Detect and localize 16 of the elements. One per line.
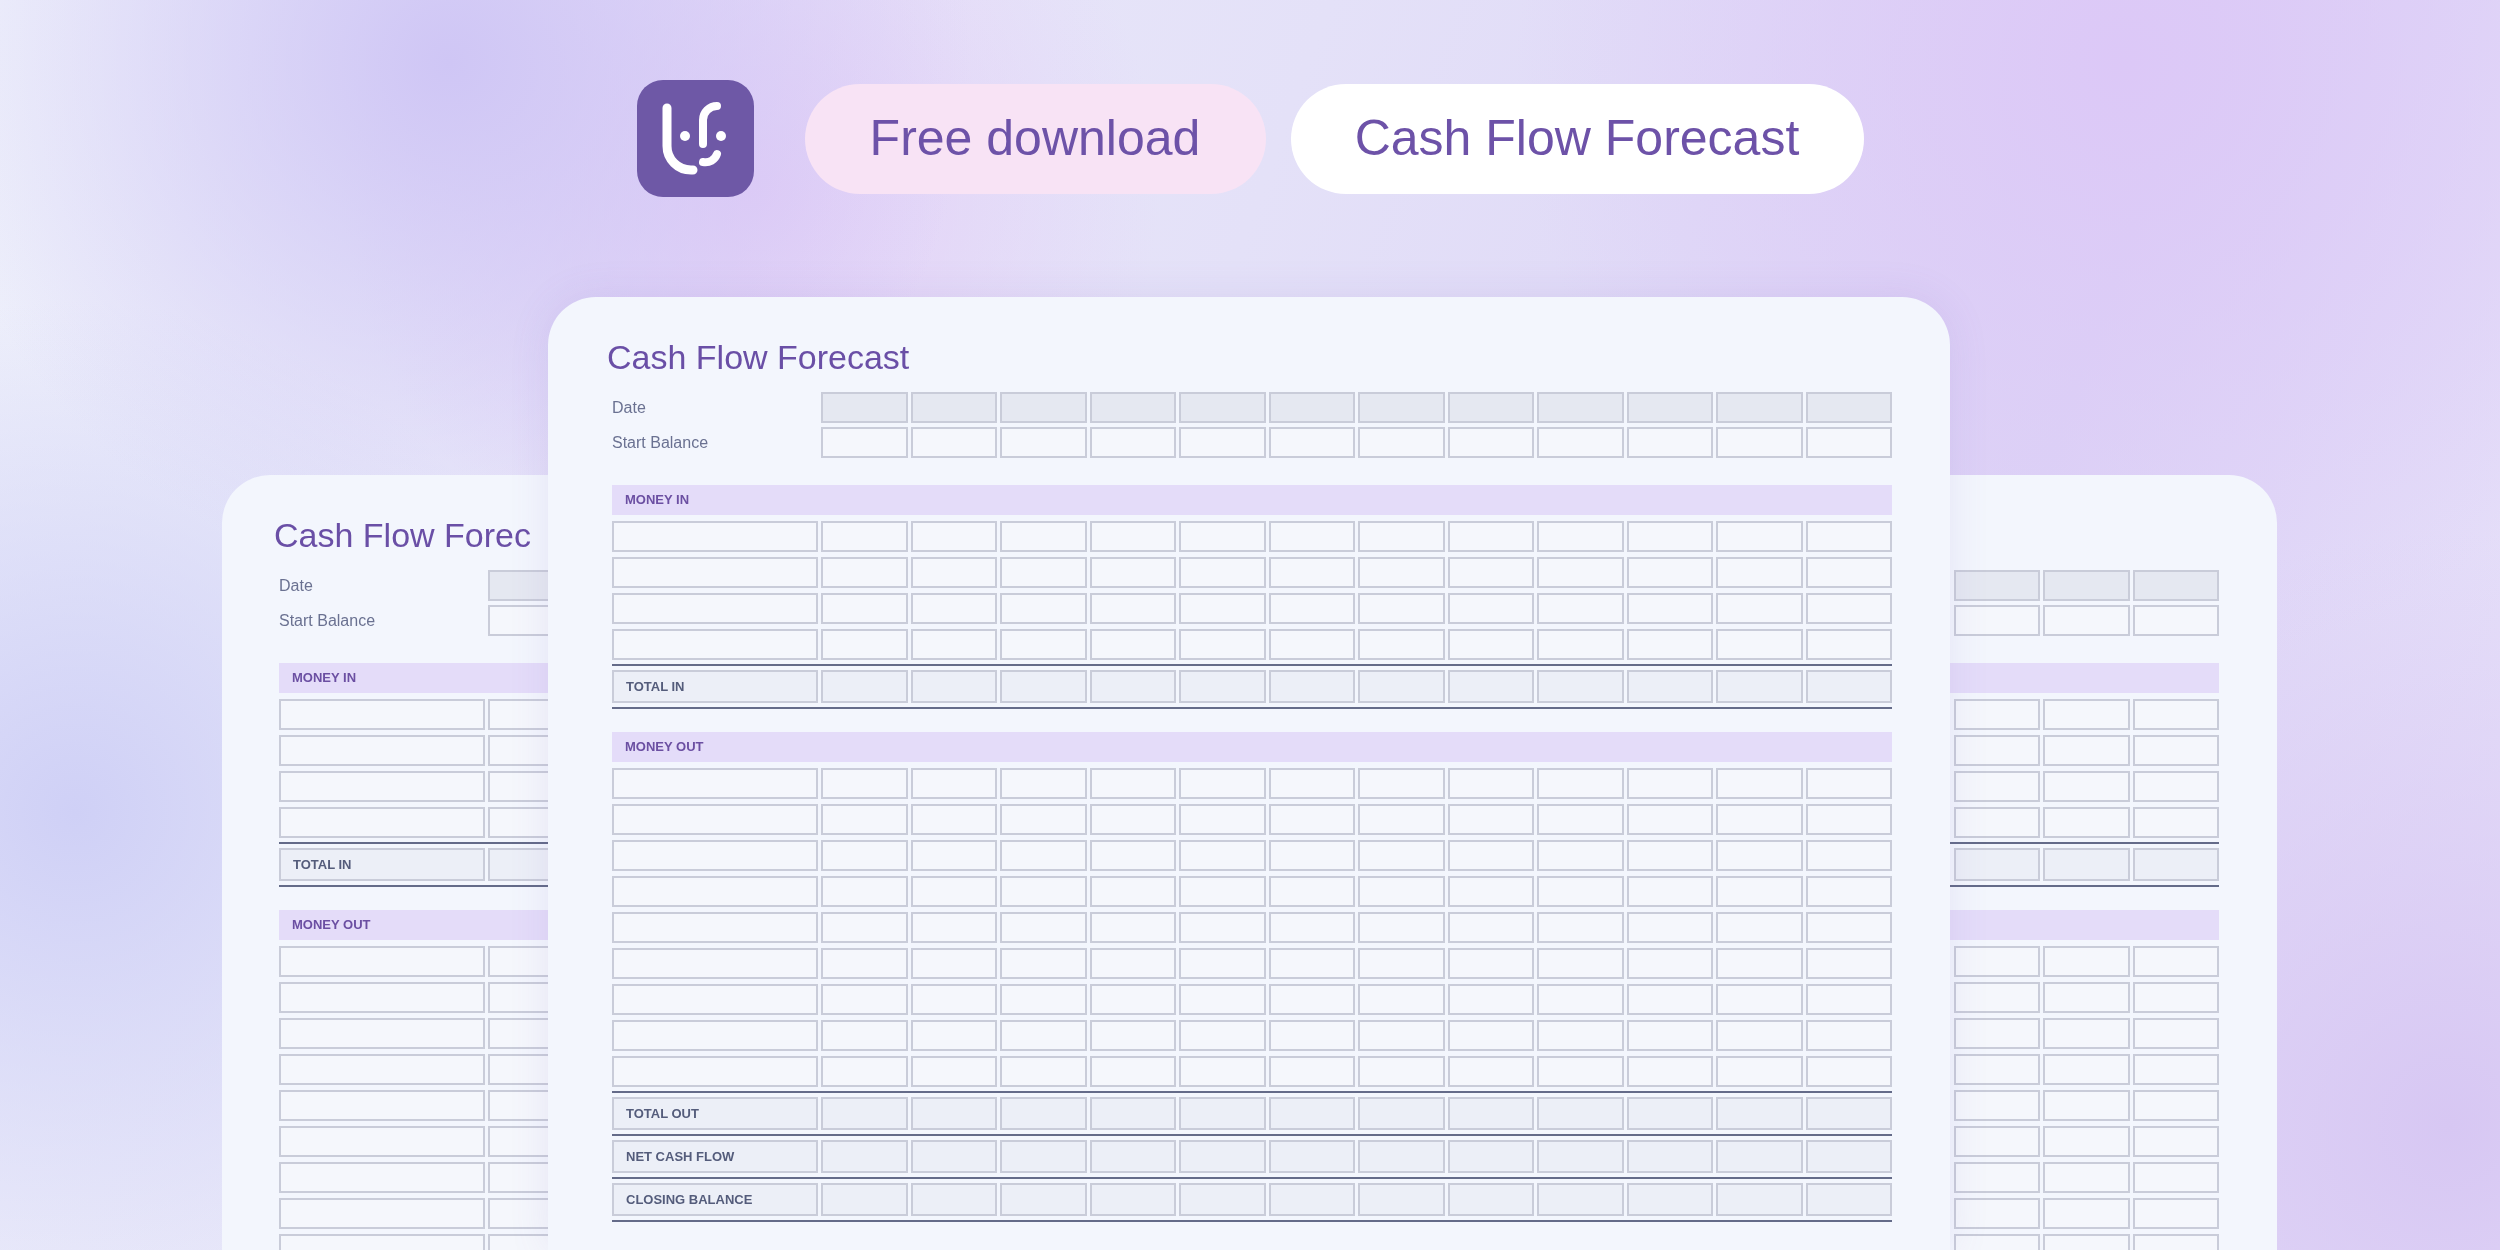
table-cell: NET CASH FLOW (612, 1140, 818, 1173)
table-cell: TOTAL IN (279, 848, 485, 881)
table-cell: TOTAL IN (612, 670, 818, 703)
row-label: Date (612, 397, 646, 418)
row-label: Start Balance (279, 610, 376, 631)
sheet-title: Cash Flow Forec (274, 515, 531, 555)
section-header: MONEY IN (612, 485, 1892, 515)
table-cell: TOTAL OUT (612, 1097, 818, 1130)
logo-icon (636, 80, 754, 197)
section-header: MONEY OUT (612, 732, 1892, 762)
sheet-title: Cash Flow Forecast (607, 337, 910, 377)
row-label: Start Balance (612, 432, 709, 453)
template-title-tag: Cash Flow Forecast (1290, 83, 1864, 194)
table-cell: CLOSING BALANCE (612, 1183, 818, 1216)
download-tag: Free download (804, 83, 1266, 194)
row-label: Date (279, 575, 313, 596)
